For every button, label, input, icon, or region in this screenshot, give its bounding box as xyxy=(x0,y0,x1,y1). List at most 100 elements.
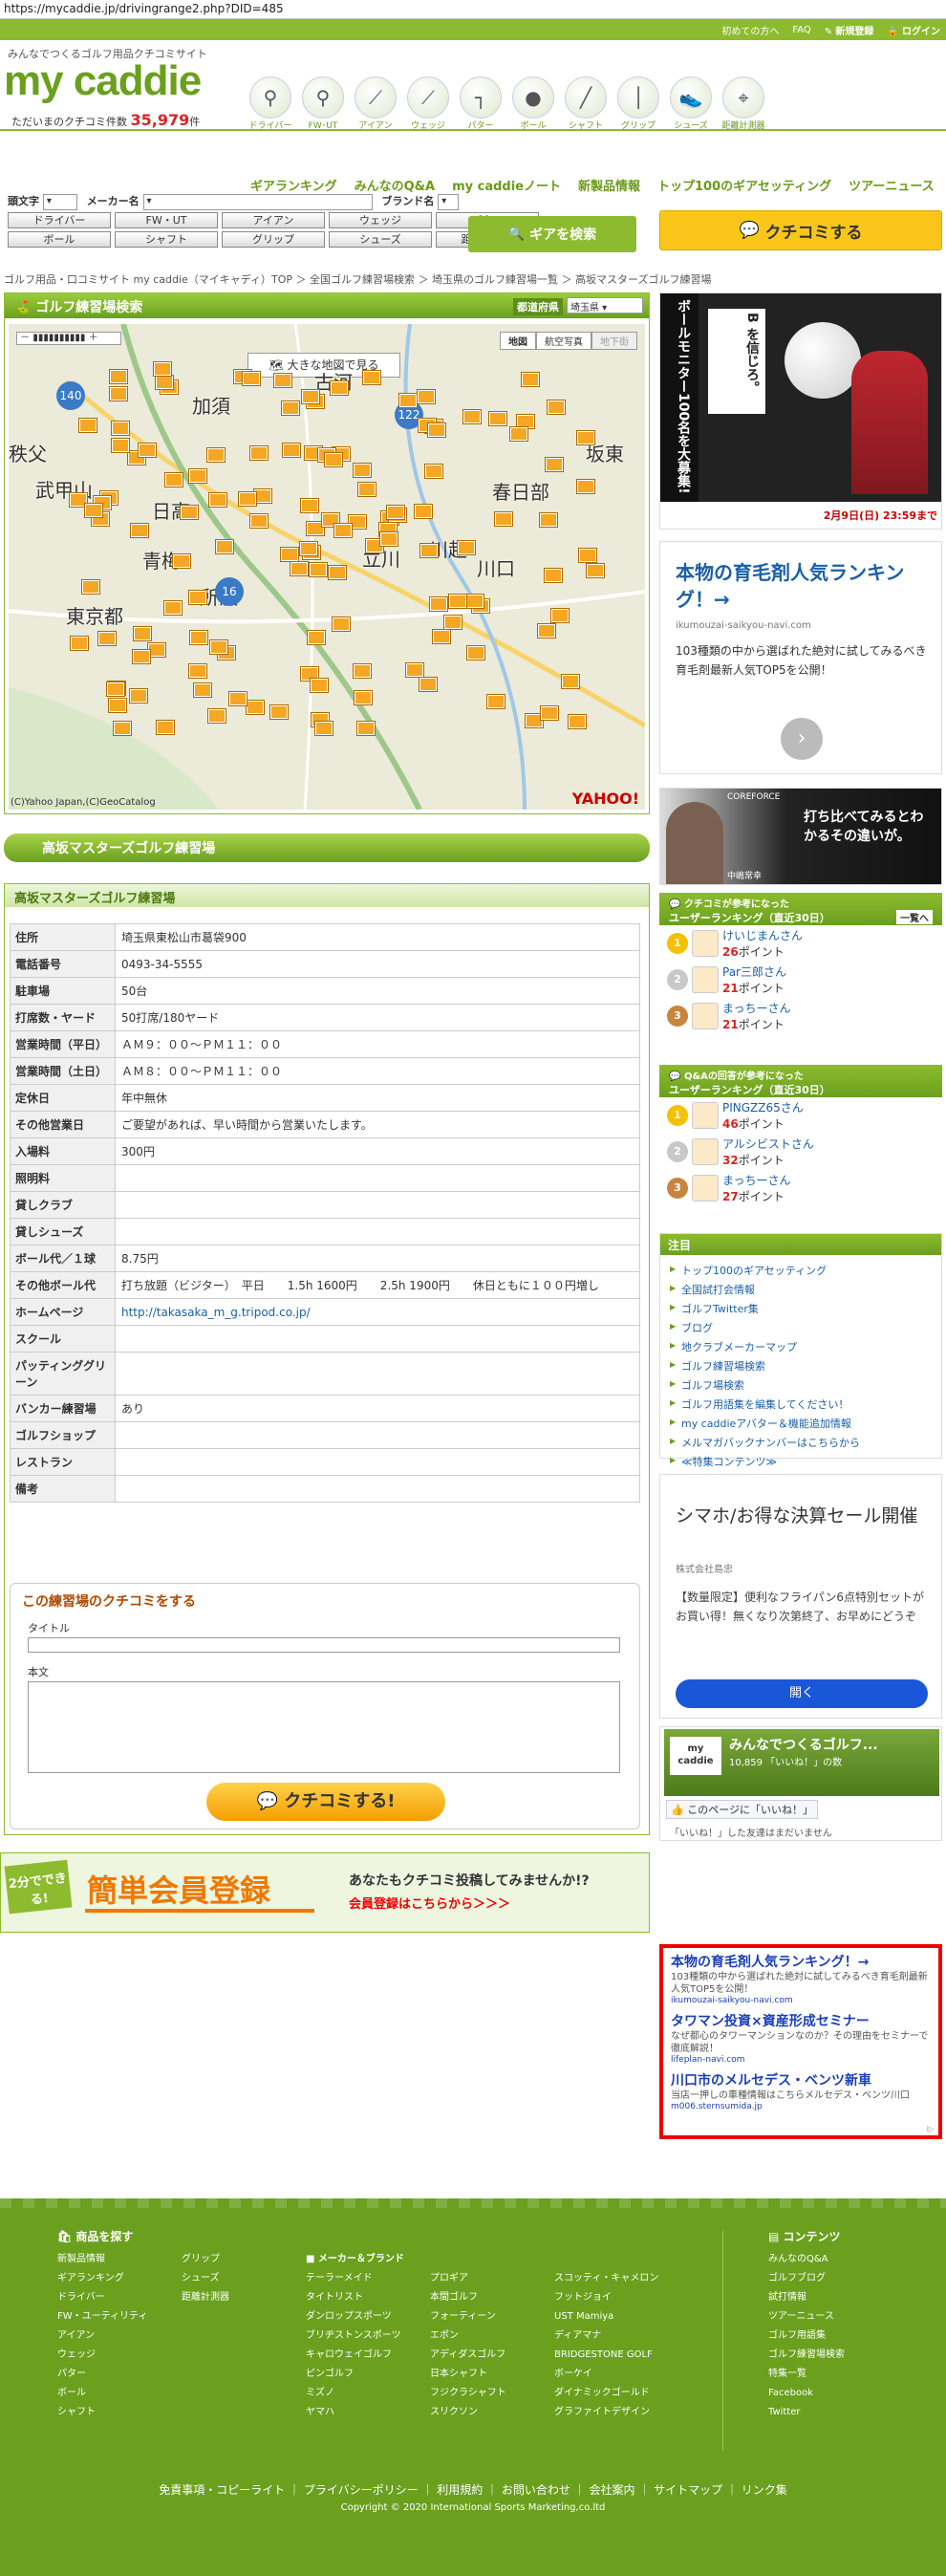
range-pin-icon[interactable] xyxy=(189,469,206,483)
range-pin-icon[interactable] xyxy=(82,580,99,594)
review-body-textarea[interactable] xyxy=(28,1681,620,1773)
attention-link[interactable]: ブログ xyxy=(670,1318,932,1337)
attention-link[interactable]: ゴルフ場検索 xyxy=(670,1375,932,1395)
footer-link[interactable]: シューズ xyxy=(182,2269,229,2288)
footer-link[interactable]: アイアン xyxy=(57,2327,147,2346)
ranking-item[interactable]: 1 PINGZZ65さん 46ポイント xyxy=(659,1097,942,1134)
footer-link[interactable]: ウェッジ xyxy=(57,2346,147,2365)
range-pin-icon[interactable] xyxy=(315,722,333,735)
footer-link[interactable]: 試打情報 xyxy=(768,2288,845,2307)
search-category-button[interactable]: FW・UT xyxy=(115,212,218,228)
range-pin-icon[interactable] xyxy=(420,544,438,557)
footer-link[interactable]: 特集一覧 xyxy=(768,2365,845,2384)
range-pin-icon[interactable] xyxy=(189,664,206,678)
range-pin-icon[interactable] xyxy=(281,548,298,561)
attention-link[interactable]: メルマガバックナンバーはこちらから xyxy=(670,1433,932,1452)
range-pin-icon[interactable] xyxy=(254,489,271,503)
ad-shimaho[interactable]: シマホ/お得な決算セール開催 株式会社島忠 【数量限定】便利なフライパン6点特別… xyxy=(659,1474,942,1719)
ranking-user-name[interactable]: けいじまんさん xyxy=(722,927,803,943)
ad-hair-growth[interactable]: 本物の育毛剤人気ランキング！→ ikumouzai-saikyou-navi.c… xyxy=(659,541,942,774)
ranking-item[interactable]: 2 アルシビストさん 32ポイント xyxy=(659,1134,942,1170)
search-category-button[interactable]: ウェッジ xyxy=(329,212,432,228)
range-pin-icon[interactable] xyxy=(110,370,127,383)
ad-choices-icon[interactable]: i▷ xyxy=(927,2125,935,2133)
range-pin-icon[interactable] xyxy=(489,412,506,425)
footer-link[interactable]: 本間ゴルフ xyxy=(430,2288,506,2307)
range-pin-icon[interactable] xyxy=(354,464,371,477)
footer-bottom-links[interactable]: 免責事項・コピーライト ｜ プライバシーポリシー ｜ 利用規約 ｜ お問い合わせ… xyxy=(0,2481,946,2498)
range-pin-icon[interactable] xyxy=(333,617,350,631)
text-ad[interactable]: 川口市のメルセデス・ベンツ新車 当店一押しの車種情報はこちらメルセデス・ベンツ川口… xyxy=(671,2070,931,2111)
pref-select[interactable]: 埼玉県 ▾ xyxy=(567,297,643,314)
range-pin-icon[interactable] xyxy=(79,419,97,432)
range-pin-icon[interactable] xyxy=(209,493,226,507)
text-ad[interactable]: 本物の育毛剤人気ランキング！→ 103種類の中から選ばれた絶対に試してみるべき育毛… xyxy=(671,1952,931,2005)
range-pin-icon[interactable] xyxy=(551,609,569,622)
map-type-terrain[interactable]: 地下街 xyxy=(591,332,637,350)
range-map[interactable]: － ▮▮▮▮▮▮▮▮▮▮ ＋ 🗺 大きな地図で見る 地図 航空写真 地下街 加須… xyxy=(9,324,645,810)
register-link[interactable]: ✎ 新規登録 xyxy=(825,23,874,37)
ranking-user-name[interactable]: まっちーさん xyxy=(722,1000,791,1016)
category-shaft[interactable]: ╱ シャフト xyxy=(562,76,610,131)
ranking-item[interactable]: 2 Par三郎さん 21ポイント xyxy=(659,962,942,998)
search-category-button[interactable]: グリップ xyxy=(222,231,325,248)
range-pin-icon[interactable] xyxy=(156,376,173,389)
range-pin-icon[interactable] xyxy=(139,444,156,457)
category-grip[interactable]: │ グリップ xyxy=(614,76,662,131)
footer-link[interactable]: 日本シャフト xyxy=(430,2365,506,2384)
text-ad[interactable]: タワマン投資×資産形成セミナー なぜ都心のタワーマンションなのか？その理由をセミナ… xyxy=(671,2011,931,2065)
footer-link[interactable]: Facebook xyxy=(768,2384,845,2403)
range-pin-icon[interactable] xyxy=(71,637,88,650)
footer-link[interactable]: ゴルフ練習場検索 xyxy=(768,2346,845,2365)
range-pin-icon[interactable] xyxy=(329,566,346,579)
ranking-user-name[interactable]: PINGZZ65さん xyxy=(722,1099,804,1115)
category-shoes[interactable]: 👟 シューズ xyxy=(667,76,715,131)
range-pin-icon[interactable] xyxy=(85,504,102,517)
range-pin-icon[interactable] xyxy=(522,373,539,386)
footer-link[interactable]: フォーティーン xyxy=(430,2307,506,2327)
range-pin-icon[interactable] xyxy=(112,422,129,435)
kuchikomi-button[interactable]: 💬 クチコミする xyxy=(659,210,942,250)
range-pin-icon[interactable] xyxy=(274,374,291,387)
footer-link[interactable]: ドライバー xyxy=(57,2288,147,2307)
attention-link[interactable]: 地クラブメーカーマップ xyxy=(670,1337,932,1356)
range-pin-icon[interactable] xyxy=(239,492,256,506)
range-pin-icon[interactable] xyxy=(387,506,404,519)
attention-link[interactable]: 全国試打会情報 xyxy=(670,1280,932,1299)
range-pin-icon[interactable] xyxy=(310,563,327,576)
range-pin-icon[interactable] xyxy=(363,371,380,384)
footer-link[interactable]: ギアランキング xyxy=(57,2269,147,2288)
range-pin-icon[interactable] xyxy=(216,540,233,553)
head-letter-select[interactable]: ▾ xyxy=(42,193,77,210)
range-pin-icon[interactable] xyxy=(311,679,328,692)
ad-next-arrow-icon[interactable]: › xyxy=(781,718,823,760)
range-pin-icon[interactable] xyxy=(229,692,247,705)
range-pin-icon[interactable] xyxy=(517,415,534,428)
range-pin-icon[interactable] xyxy=(290,562,308,575)
homepage-link[interactable]: http://takasaka_m_g.tripod.co.jp/ xyxy=(115,1298,640,1326)
signup-link[interactable]: 会員登録はこちらから＞＞＞ xyxy=(349,1894,510,1912)
ad-coreforce[interactable]: COREFORCE 打ち比べてみるとわかるその違いが。 中嶋常幸 xyxy=(659,788,942,885)
range-pin-icon[interactable] xyxy=(399,394,417,407)
range-pin-icon[interactable] xyxy=(587,564,604,577)
range-pin-icon[interactable] xyxy=(540,513,557,527)
ad-bridgestone[interactable]: ボールモニター100名を大募集! B を信じろ。 2月9日(日) 23:59まで xyxy=(659,292,942,530)
attention-link[interactable]: my caddieアバター＆機能追加情報 xyxy=(670,1414,932,1433)
range-pin-icon[interactable] xyxy=(415,505,432,518)
footer-link[interactable]: グリップ xyxy=(182,2250,229,2269)
range-pin-icon[interactable] xyxy=(190,631,207,644)
text-ad-title[interactable]: タワマン投資×資産形成セミナー xyxy=(671,2011,931,2030)
ad-shimaho-open-button[interactable]: 開く xyxy=(676,1679,928,1708)
fb-like-button[interactable]: 👍 このページに「いいね！」 xyxy=(666,1800,818,1819)
range-pin-icon[interactable] xyxy=(419,678,437,691)
range-pin-icon[interactable] xyxy=(538,624,555,638)
range-pin-icon[interactable] xyxy=(247,701,264,714)
footer-link[interactable]: FW・ユーティリティ xyxy=(57,2307,147,2327)
range-pin-icon[interactable] xyxy=(380,532,398,546)
site-logo[interactable]: my caddie xyxy=(4,57,202,105)
range-pin-icon[interactable] xyxy=(466,595,484,608)
range-pin-icon[interactable] xyxy=(546,458,563,471)
gear-search-button[interactable]: 🔍 ギアを検索 xyxy=(468,216,636,252)
range-pin-icon[interactable] xyxy=(577,431,594,444)
range-pin-icon[interactable] xyxy=(98,632,116,645)
